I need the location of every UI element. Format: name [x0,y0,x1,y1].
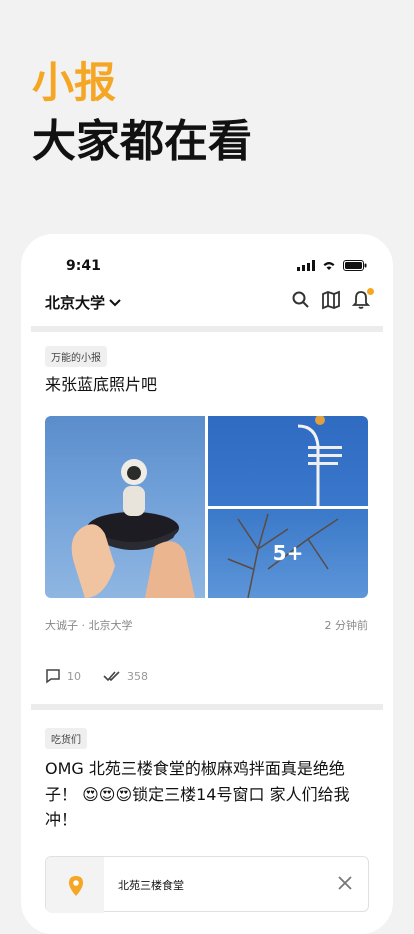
search-icon[interactable] [291,290,311,310]
status-icons [297,260,367,271]
notification-button[interactable] [351,288,374,310]
status-bar: 9:41 [21,234,393,284]
lamp-post-image [297,416,342,506]
meta-separator: · [81,619,89,632]
post-images: 5+ [45,416,368,598]
post-image[interactable]: 5+ [208,508,368,598]
double-check-icon [103,671,120,682]
hero: 小报 大家都在看 [32,58,252,169]
location-icon-box [46,857,104,913]
top-nav: 北京大学 [21,286,393,326]
signal-icon [297,260,315,271]
post-image[interactable] [45,416,205,598]
location-card[interactable]: 北苑三楼食堂 [45,856,369,913]
post-text-line: OMG 北苑三楼食堂的椒麻鸡拌面真是绝绝 [45,759,345,778]
more-images-count: 5+ [272,541,304,566]
map-icon[interactable] [321,290,341,310]
close-icon[interactable] [336,874,354,892]
notification-dot [367,288,374,295]
comment-count: 10 [67,669,81,683]
hand-figurine-image [71,459,195,598]
location-pin-icon [69,876,83,896]
wifi-icon [323,262,335,270]
post-author[interactable]: 大诚子 [45,619,78,632]
hero-subtitle: 大家都在看 [32,116,252,168]
post-school: 北京大学 [88,619,133,632]
hero-title: 小报 [32,58,117,107]
school-name: 北京大学 [45,294,106,312]
nav-icons [291,288,374,310]
school-selector[interactable]: 北京大学 [45,292,121,313]
chevron-down-icon [109,298,121,306]
comment-button[interactable]: 10 [45,668,81,684]
post-tag[interactable]: 万能的小报 [45,346,107,367]
post-meta: 大诚子 · 北京大学 2 分钟前 [45,617,368,633]
post-image[interactable] [208,416,368,506]
read-count-value: 358 [127,669,148,683]
post-text-line: 冲！ [45,810,78,830]
battery-icon [343,260,367,271]
status-time: 9:41 [66,258,101,274]
comment-icon [46,669,60,684]
location-name: 北苑三楼食堂 [118,879,184,892]
phone-frame: 9:41 北京大学 万能的小报 来张蓝底照片吧 5+ 大诚子 · 北京大学 2 … [21,234,393,934]
read-count: 358 [103,670,148,683]
post-actions: 10 358 [45,668,160,684]
post-text: 来张蓝底照片吧 [45,375,158,394]
post-time: 2 分钟前 [324,619,369,632]
post-text-line: 子！ 😍😍😍锁定三楼14号窗口 家人们给我 [45,784,350,804]
post-image-column: 5+ [208,416,368,598]
post-card[interactable]: 吃货们 OMG 北苑三楼食堂的椒麻鸡拌面真是绝绝 子！ 😍😍😍锁定三楼14号窗口… [31,710,383,934]
post-card[interactable]: 万能的小报 来张蓝底照片吧 5+ 大诚子 · 北京大学 2 分钟前 10 358 [31,332,383,704]
post-tag[interactable]: 吃货们 [45,728,87,749]
post-text: OMG 北苑三楼食堂的椒麻鸡拌面真是绝绝 子！ 😍😍😍锁定三楼14号窗口 家人们… [45,756,375,833]
